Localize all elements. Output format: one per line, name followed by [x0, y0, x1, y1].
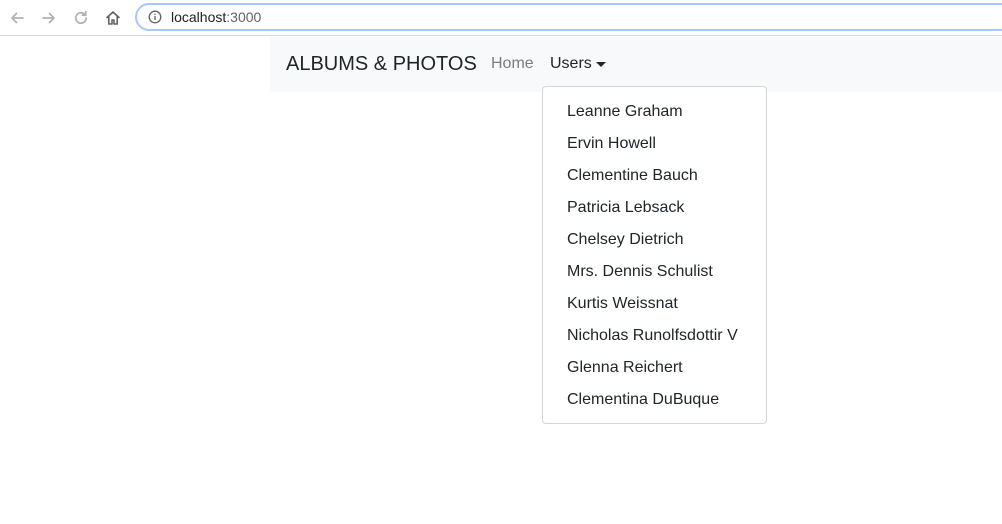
url-text: localhost:3000	[171, 9, 261, 25]
dropdown-item-user[interactable]: Leanne Graham	[543, 96, 766, 128]
address-bar[interactable]: localhost:3000	[135, 3, 1002, 31]
dropdown-item-user[interactable]: Clementine Bauch	[543, 160, 766, 192]
url-port: :3000	[226, 9, 262, 25]
dropdown-item-user[interactable]: Glenna Reichert	[543, 352, 766, 384]
forward-arrow-icon[interactable]	[38, 7, 60, 29]
dropdown-item-user[interactable]: Ervin Howell	[543, 128, 766, 160]
caret-down-icon	[595, 62, 606, 67]
users-dropdown-menu: Leanne Graham Ervin Howell Clementine Ba…	[542, 86, 767, 424]
nav-home-link[interactable]: Home	[491, 54, 534, 74]
dropdown-item-user[interactable]: Mrs. Dennis Schulist	[543, 256, 766, 288]
browser-toolbar: localhost:3000	[0, 0, 1002, 36]
back-arrow-icon[interactable]	[6, 7, 28, 29]
app-navbar: ALBUMS & PHOTOS Home Users	[270, 37, 1002, 92]
users-dropdown-label: Users	[550, 55, 592, 72]
dropdown-item-user[interactable]: Clementina DuBuque	[543, 384, 766, 416]
dropdown-item-user[interactable]: Nicholas Runolfsdottir V	[543, 320, 766, 352]
info-icon[interactable]	[147, 9, 163, 25]
home-icon[interactable]	[102, 7, 124, 29]
brand-link[interactable]: ALBUMS & PHOTOS	[286, 52, 477, 76]
reload-icon[interactable]	[70, 7, 92, 29]
dropdown-item-user[interactable]: Kurtis Weissnat	[543, 288, 766, 320]
users-dropdown-toggle[interactable]: Users	[550, 54, 606, 74]
dropdown-item-user[interactable]: Chelsey Dietrich	[543, 224, 766, 256]
dropdown-item-user[interactable]: Patricia Lebsack	[543, 192, 766, 224]
url-host: localhost	[171, 9, 227, 25]
